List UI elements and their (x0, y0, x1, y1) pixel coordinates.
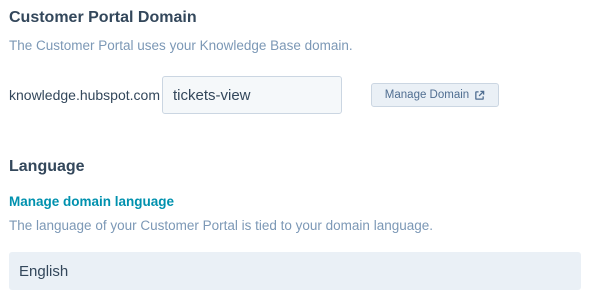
domain-help-text: The Customer Portal uses your Knowledge … (9, 38, 353, 53)
manage-domain-language-link[interactable]: Manage domain language (9, 193, 174, 211)
external-link-icon (474, 90, 485, 101)
manage-domain-button-label: Manage Domain (384, 89, 470, 101)
customer-portal-domain-heading: Customer Portal Domain (9, 9, 197, 26)
subdomain-input[interactable] (162, 76, 342, 114)
domain-prefix-label: knowledge.hubspot.com (9, 87, 160, 103)
language-help-text: The language of your Customer Portal is … (9, 218, 433, 233)
manage-domain-button[interactable]: Manage Domain (371, 83, 499, 107)
language-heading: Language (9, 158, 85, 175)
language-value: English (19, 262, 69, 280)
domain-row: knowledge.hubspot.com Manage Domain (9, 76, 569, 114)
language-field: English (9, 252, 581, 290)
